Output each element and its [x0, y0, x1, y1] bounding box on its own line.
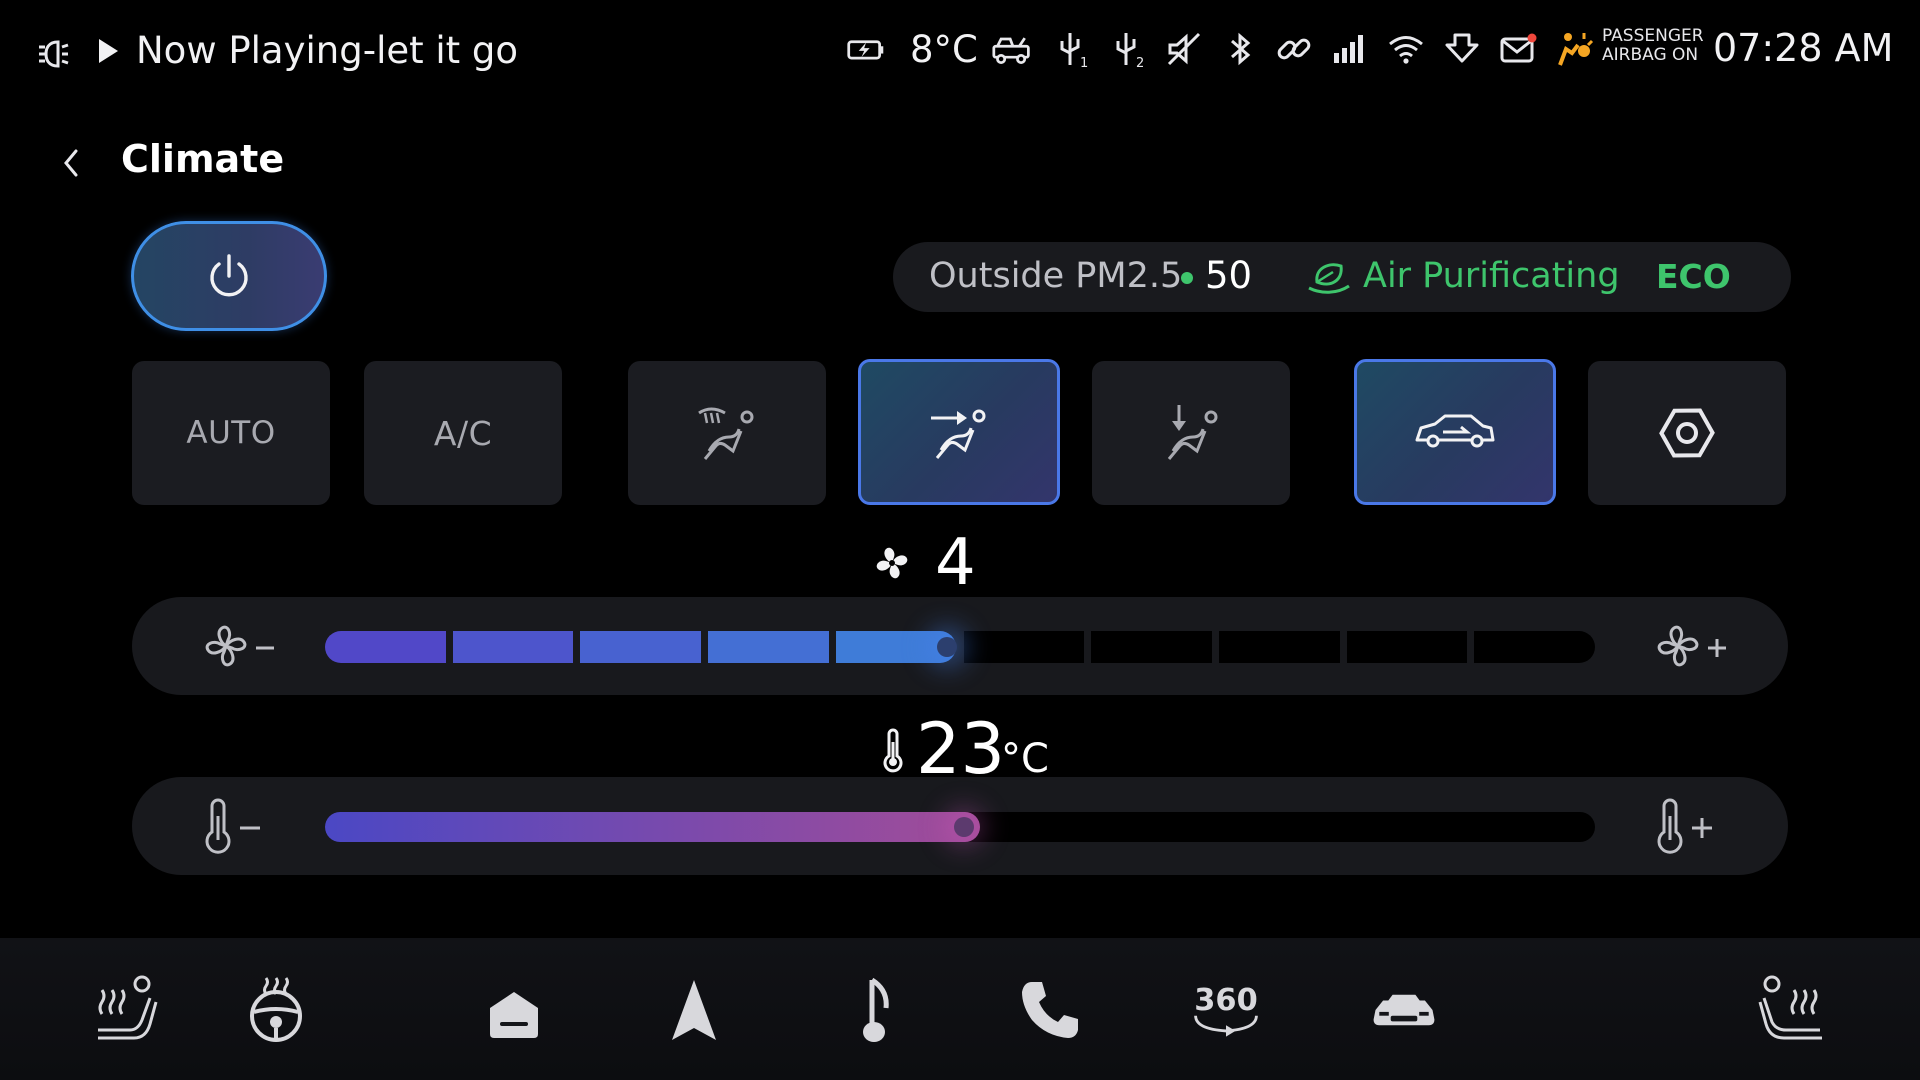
clock: 07:28 AM [1713, 26, 1894, 70]
fan-level-segment[interactable] [708, 631, 829, 663]
thermometer-minus-icon [205, 798, 260, 854]
status-bar: Now Playing-let it go 8°C 1 2 PASSENGER … [0, 0, 1920, 100]
temperature-increase-button[interactable] [1650, 798, 1720, 856]
pm25-label: Outside PM2.5 [929, 256, 1183, 296]
bluetooth-icon [1220, 29, 1260, 69]
fan-level-segments[interactable] [325, 631, 1595, 663]
airbag-status: PASSENGER AIRBAG ON [1602, 27, 1704, 65]
airbag-line-2: AIRBAG ON [1602, 45, 1699, 65]
usb2-index: 2 [1136, 56, 1144, 69]
airbag-icon [1554, 29, 1594, 69]
steering-heat-icon[interactable] [238, 972, 314, 1048]
chevron-left-icon [64, 149, 78, 177]
seat-heat-right-icon[interactable] [1754, 972, 1830, 1048]
back-button[interactable] [52, 141, 92, 185]
tow-truck-icon [992, 29, 1036, 69]
settings-button[interactable] [1588, 361, 1786, 505]
eco-mode-label[interactable]: ECO [1656, 257, 1731, 296]
seat-heat-left-icon[interactable] [90, 972, 166, 1048]
phone-icon[interactable] [1012, 972, 1088, 1048]
defrost-face-mode-button[interactable] [628, 361, 826, 505]
fan-level-segment[interactable] [1091, 631, 1212, 663]
temperature-track[interactable] [325, 812, 1595, 842]
ac-label: A/C [433, 413, 493, 453]
recirculation-button[interactable] [1354, 359, 1556, 505]
page-title: Climate [121, 137, 285, 181]
outside-temperature: 8°C [910, 28, 978, 71]
navigation-icon[interactable] [656, 972, 732, 1048]
link-icon [1274, 29, 1314, 69]
auto-button[interactable]: AUTO [132, 361, 330, 505]
fan-decrease-button[interactable] [200, 620, 282, 672]
wifi-icon [1386, 29, 1426, 69]
car-icon[interactable] [1366, 972, 1446, 1048]
fan-level-segment[interactable] [963, 631, 1085, 663]
download-icon [1442, 29, 1482, 69]
fan-level-segment[interactable] [325, 631, 446, 663]
fan-level-segment[interactable] [580, 631, 702, 663]
feet-mode-button[interactable] [1092, 361, 1290, 505]
air-quality-bar: Outside PM2.5 50 Air Purificating ECO [893, 242, 1791, 312]
camera-360-label: 360 [1194, 983, 1257, 1018]
mail-icon [1498, 29, 1538, 69]
battery-charging-icon [846, 29, 886, 69]
fan-level-segment[interactable] [452, 631, 574, 663]
temperature-unit: °C [1001, 736, 1049, 782]
pm25-value: 50 [1205, 254, 1253, 297]
thermometer-icon [880, 728, 906, 774]
air-purifying-status[interactable]: Air Purificating [1363, 256, 1620, 296]
feet-airflow-icon [1167, 405, 1218, 460]
headlight-icon [36, 34, 76, 74]
airbag-line-1: PASSENGER [1602, 26, 1704, 46]
home-icon[interactable] [476, 972, 552, 1048]
camera-360-icon[interactable]: 360 [1188, 972, 1268, 1048]
car-recirculation-icon [1415, 414, 1495, 448]
fan-level-readout: 4 [935, 526, 976, 600]
fan-level-segment[interactable] [1346, 631, 1468, 663]
fan-icon [872, 543, 912, 585]
face-mode-button[interactable] [858, 359, 1060, 505]
fan-level-segment[interactable] [1474, 631, 1595, 663]
pm25-status-dot [1181, 272, 1193, 284]
signal-icon [1330, 29, 1370, 69]
now-playing-text[interactable]: Now Playing-let it go [136, 29, 518, 72]
fan-level-segment[interactable] [1218, 631, 1340, 663]
play-icon[interactable] [97, 38, 119, 64]
mute-icon [1164, 29, 1204, 69]
usb-icon: 2 [1108, 29, 1148, 69]
leaf-icon [1307, 258, 1351, 296]
power-button[interactable] [131, 221, 327, 331]
ac-button[interactable]: A/C [364, 361, 562, 505]
fan-increase-button[interactable] [1652, 620, 1734, 672]
music-icon[interactable] [836, 972, 912, 1048]
fan-minus-icon [205, 625, 274, 667]
usb-icon: 1 [1052, 29, 1092, 69]
temperature-fill [325, 812, 980, 842]
fan-plus-icon [1657, 625, 1726, 667]
power-icon [210, 254, 248, 297]
defrost-airflow-icon [698, 407, 754, 460]
usb1-index: 1 [1080, 56, 1088, 69]
fan-slider-knob[interactable] [936, 637, 957, 657]
auto-label: AUTO [186, 415, 276, 451]
face-airflow-icon [931, 409, 986, 459]
temperature-slider-knob[interactable] [954, 817, 974, 837]
thermometer-plus-icon [1657, 798, 1712, 854]
hexagon-settings-icon [1659, 408, 1715, 458]
temperature-decrease-button[interactable] [198, 798, 268, 856]
